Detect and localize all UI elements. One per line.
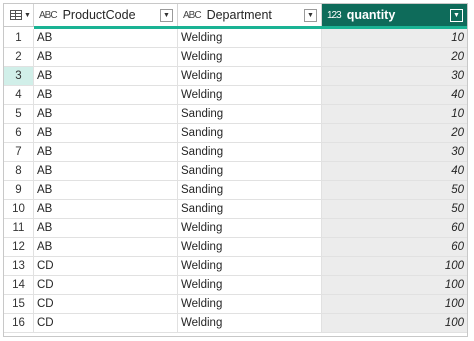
table-row[interactable]: 9 AB Sanding 50 <box>4 181 467 200</box>
table-row[interactable]: 3 AB Welding 30 <box>4 67 467 86</box>
productcode-cell[interactable]: AB <box>34 105 178 123</box>
department-cell[interactable]: Sanding <box>178 143 322 161</box>
quantity-cell[interactable]: 20 <box>322 48 467 66</box>
productcode-cell[interactable]: CD <box>34 257 178 275</box>
quantity-cell[interactable]: 10 <box>322 105 467 123</box>
quantity-cell[interactable]: 100 <box>322 295 467 313</box>
table-row[interactable]: 15 CD Welding 100 <box>4 295 467 314</box>
row-number[interactable]: 4 <box>4 86 34 104</box>
table-row[interactable]: 16 CD Welding 100 <box>4 314 467 333</box>
table-row[interactable]: 4 AB Welding 40 <box>4 86 467 105</box>
table-row[interactable]: 7 AB Sanding 30 <box>4 143 467 162</box>
department-cell[interactable]: Welding <box>178 238 322 256</box>
department-cell[interactable]: Welding <box>178 276 322 294</box>
number-type-icon: 123 <box>327 9 342 21</box>
department-cell[interactable]: Welding <box>178 257 322 275</box>
productcode-cell[interactable]: AB <box>34 200 178 218</box>
quantity-cell[interactable]: 100 <box>322 314 467 332</box>
table-row[interactable]: 8 AB Sanding 40 <box>4 162 467 181</box>
department-cell[interactable]: Sanding <box>178 162 322 180</box>
table-row[interactable]: 2 AB Welding 20 <box>4 48 467 67</box>
department-cell[interactable]: Welding <box>178 219 322 237</box>
department-cell[interactable]: Welding <box>178 67 322 85</box>
quantity-cell[interactable]: 100 <box>322 257 467 275</box>
table-row[interactable]: 12 AB Welding 60 <box>4 238 467 257</box>
quantity-cell[interactable]: 30 <box>322 67 467 85</box>
productcode-cell[interactable]: AB <box>34 181 178 199</box>
row-number[interactable]: 12 <box>4 238 34 256</box>
productcode-cell[interactable]: AB <box>34 238 178 256</box>
text-type-icon: ABC <box>183 9 202 21</box>
department-cell[interactable]: Sanding <box>178 105 322 123</box>
quantity-cell[interactable]: 40 <box>322 86 467 104</box>
table-row[interactable]: 1 AB Welding 10 <box>4 29 467 48</box>
table-menu-button[interactable]: ▼ <box>4 4 34 26</box>
productcode-cell[interactable]: AB <box>34 124 178 142</box>
column-header-department[interactable]: ABC Department ▼ <box>178 4 322 26</box>
department-cell[interactable]: Sanding <box>178 181 322 199</box>
row-number[interactable]: 8 <box>4 162 34 180</box>
department-cell[interactable]: Welding <box>178 295 322 313</box>
productcode-cell[interactable]: AB <box>34 29 178 47</box>
quantity-cell[interactable]: 100 <box>322 276 467 294</box>
row-number[interactable]: 15 <box>4 295 34 313</box>
quantity-cell[interactable]: 40 <box>322 162 467 180</box>
row-number[interactable]: 13 <box>4 257 34 275</box>
row-number[interactable]: 1 <box>4 29 34 47</box>
column-header-row: ▼ ABC ProductCode ▼ ABC Department ▼ 123… <box>4 4 467 27</box>
data-preview-grid: ▼ ABC ProductCode ▼ ABC Department ▼ 123… <box>3 3 468 337</box>
row-number[interactable]: 6 <box>4 124 34 142</box>
table-row[interactable]: 6 AB Sanding 20 <box>4 124 467 143</box>
productcode-cell[interactable]: AB <box>34 219 178 237</box>
quantity-cell[interactable]: 50 <box>322 200 467 218</box>
filter-dropdown-icon[interactable]: ▼ <box>160 8 173 22</box>
text-type-icon: ABC <box>39 9 58 21</box>
quantity-cell[interactable]: 50 <box>322 181 467 199</box>
table-row[interactable]: 11 AB Welding 60 <box>4 219 467 238</box>
filter-dropdown-icon[interactable]: ▼ <box>304 8 317 22</box>
column-header-quantity[interactable]: 123 quantity ▼ <box>322 4 467 26</box>
table-row[interactable]: 13 CD Welding 100 <box>4 257 467 276</box>
filter-dropdown-icon[interactable]: ▼ <box>450 8 463 22</box>
productcode-cell[interactable]: AB <box>34 162 178 180</box>
productcode-cell[interactable]: CD <box>34 276 178 294</box>
row-number[interactable]: 10 <box>4 200 34 218</box>
productcode-cell[interactable]: AB <box>34 67 178 85</box>
table-row[interactable]: 14 CD Welding 100 <box>4 276 467 295</box>
productcode-cell[interactable]: AB <box>34 48 178 66</box>
department-cell[interactable]: Welding <box>178 314 322 332</box>
quantity-cell[interactable]: 30 <box>322 143 467 161</box>
department-cell[interactable]: Sanding <box>178 200 322 218</box>
department-cell[interactable]: Welding <box>178 29 322 47</box>
department-cell[interactable]: Sanding <box>178 124 322 142</box>
department-cell[interactable]: Welding <box>178 48 322 66</box>
table-row[interactable]: 5 AB Sanding 10 <box>4 105 467 124</box>
productcode-cell[interactable]: AB <box>34 86 178 104</box>
productcode-cell[interactable]: CD <box>34 295 178 313</box>
row-number[interactable]: 2 <box>4 48 34 66</box>
row-number[interactable]: 9 <box>4 181 34 199</box>
row-number[interactable]: 16 <box>4 314 34 332</box>
quantity-cell[interactable]: 10 <box>322 29 467 47</box>
table-row[interactable]: 10 AB Sanding 50 <box>4 200 467 219</box>
row-number[interactable]: 3 <box>4 67 34 85</box>
department-cell[interactable]: Welding <box>178 86 322 104</box>
row-number[interactable]: 11 <box>4 219 34 237</box>
column-header-label: ProductCode <box>62 8 136 22</box>
column-header-label: quantity <box>346 8 396 22</box>
column-header-productcode[interactable]: ABC ProductCode ▼ <box>34 4 178 26</box>
row-number[interactable]: 5 <box>4 105 34 123</box>
productcode-cell[interactable]: AB <box>34 143 178 161</box>
row-number[interactable]: 14 <box>4 276 34 294</box>
table-icon <box>10 10 22 20</box>
quantity-cell[interactable]: 60 <box>322 219 467 237</box>
quantity-cell[interactable]: 60 <box>322 238 467 256</box>
row-number[interactable]: 7 <box>4 143 34 161</box>
productcode-cell[interactable]: CD <box>34 314 178 332</box>
quantity-cell[interactable]: 20 <box>322 124 467 142</box>
caret-down-icon: ▼ <box>24 11 31 19</box>
column-header-label: Department <box>206 8 272 22</box>
